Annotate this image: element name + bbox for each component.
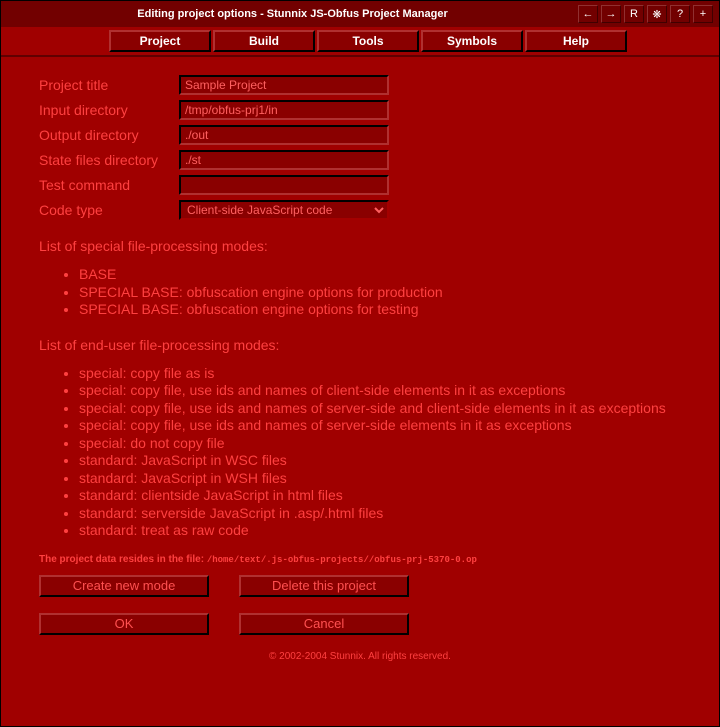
label-code-type: Code type — [39, 202, 179, 218]
list-item: SPECIAL BASE: obfuscation engine options… — [79, 301, 681, 319]
list-item: special: copy file, use ids and names of… — [79, 382, 681, 400]
label-state-dir: State files directory — [39, 152, 179, 168]
list-item: special: copy file, use ids and names of… — [79, 400, 681, 418]
create-mode-button[interactable]: Create new mode — [39, 575, 209, 597]
input-output-dir[interactable] — [179, 125, 389, 145]
menu-project[interactable]: Project — [109, 30, 211, 52]
list-enduser-modes: special: copy file as is special: copy f… — [39, 365, 681, 540]
list-item: BASE — [79, 266, 681, 284]
row-test-cmd: Test command — [39, 175, 681, 195]
footer-text: © 2002-2004 Stunnix. All rights reserved… — [39, 651, 681, 662]
list-item: special: copy file as is — [79, 365, 681, 383]
row-code-type: Code type Client-side JavaScript code — [39, 200, 681, 220]
list-item: standard: JavaScript in WSH files — [79, 470, 681, 488]
file-path-row: The project data resides in the file: /h… — [39, 554, 681, 565]
file-path-value: /home/text/.js-obfus-projects//obfus-prj… — [207, 555, 477, 565]
label-input-dir: Input directory — [39, 102, 179, 118]
label-project-title: Project title — [39, 77, 179, 93]
label-test-cmd: Test command — [39, 177, 179, 193]
titlebar-buttons: ← → R ❋ ? + — [578, 5, 713, 23]
reload-button[interactable]: R — [624, 5, 644, 23]
label-output-dir: Output directory — [39, 127, 179, 143]
plus-button[interactable]: + — [693, 5, 713, 23]
menubar-spacer — [1, 30, 109, 52]
input-project-title[interactable] — [179, 75, 389, 95]
list-item: standard: clientside JavaScript in html … — [79, 487, 681, 505]
menu-tools[interactable]: Tools — [317, 30, 419, 52]
forward-icon[interactable]: → — [601, 5, 621, 23]
cancel-button[interactable]: Cancel — [239, 613, 409, 635]
gear-icon[interactable]: ❋ — [647, 5, 667, 23]
input-test-cmd[interactable] — [179, 175, 389, 195]
menu-build[interactable]: Build — [213, 30, 315, 52]
window-title: Editing project options - Stunnix JS-Obf… — [7, 8, 578, 20]
list-item: special: do not copy file — [79, 435, 681, 453]
back-icon[interactable]: ← — [578, 5, 598, 23]
heading-enduser-modes: List of end-user file-processing modes: — [39, 337, 681, 353]
file-path-prefix: The project data resides in the file: — [39, 554, 207, 565]
button-row-1: Create new mode Delete this project — [39, 575, 681, 597]
list-item: SPECIAL BASE: obfuscation engine options… — [79, 284, 681, 302]
select-code-type[interactable]: Client-side JavaScript code — [179, 200, 389, 220]
titlebar: Editing project options - Stunnix JS-Obf… — [1, 1, 719, 27]
menu-help[interactable]: Help — [525, 30, 627, 52]
input-input-dir[interactable] — [179, 100, 389, 120]
list-item: standard: serverside JavaScript in .asp/… — [79, 505, 681, 523]
content: Project title Input directory Output dir… — [1, 57, 719, 670]
row-state-dir: State files directory — [39, 150, 681, 170]
button-row-2: OK Cancel — [39, 613, 681, 635]
input-state-dir[interactable] — [179, 150, 389, 170]
list-item: standard: JavaScript in WSC files — [79, 452, 681, 470]
row-output-dir: Output directory — [39, 125, 681, 145]
delete-project-button[interactable]: Delete this project — [239, 575, 409, 597]
row-input-dir: Input directory — [39, 100, 681, 120]
row-project-title: Project title — [39, 75, 681, 95]
list-special-modes: BASE SPECIAL BASE: obfuscation engine op… — [39, 266, 681, 319]
ok-button[interactable]: OK — [39, 613, 209, 635]
app-window: Editing project options - Stunnix JS-Obf… — [0, 0, 720, 727]
list-item: special: copy file, use ids and names of… — [79, 417, 681, 435]
menubar: Project Build Tools Symbols Help — [1, 27, 719, 57]
help-button[interactable]: ? — [670, 5, 690, 23]
heading-special-modes: List of special file-processing modes: — [39, 238, 681, 254]
list-item: standard: treat as raw code — [79, 522, 681, 540]
menu-symbols[interactable]: Symbols — [421, 30, 523, 52]
